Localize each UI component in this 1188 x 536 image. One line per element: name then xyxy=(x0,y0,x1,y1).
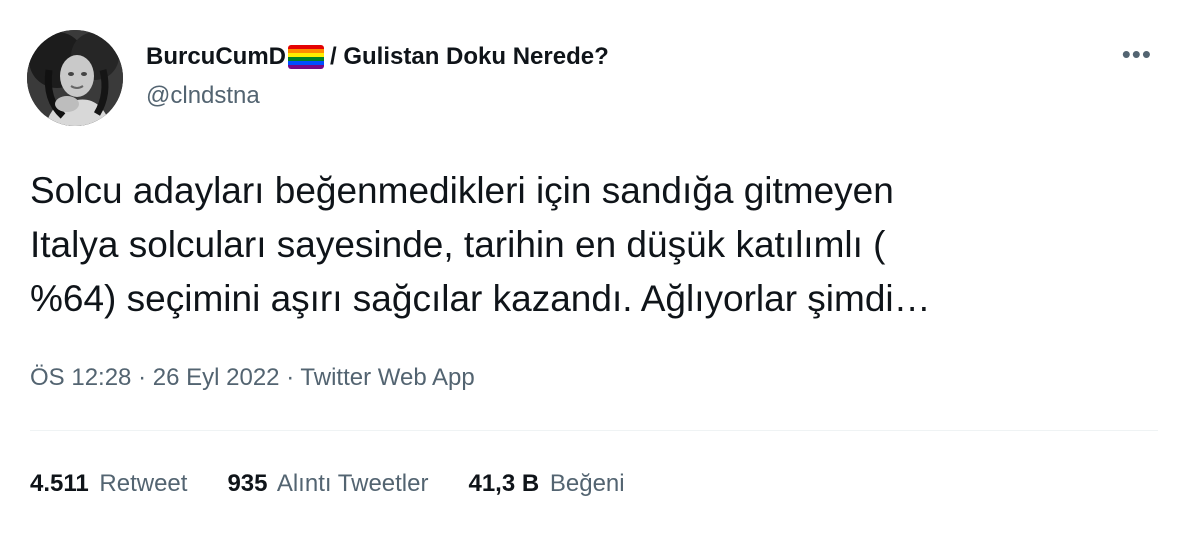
tweet-card: BurcuCumD / Gulistan Doku Nerede? @clnds… xyxy=(0,0,1188,536)
author-name-row[interactable]: BurcuCumD / Gulistan Doku Nerede? xyxy=(146,40,609,74)
divider xyxy=(30,430,1158,431)
flag-stripe xyxy=(288,65,325,69)
quotes-count: 935 xyxy=(227,470,268,497)
quotes-stat[interactable]: 935 Alıntı Tweetler xyxy=(227,470,428,498)
likes-count: 41,3 B xyxy=(468,470,540,497)
tweet-time[interactable]: ÖS 12:28 xyxy=(30,364,131,391)
tweet-stats: 4.511 Retweet 935 Alıntı Tweetler 41,3 B… xyxy=(30,470,665,498)
quotes-label: Alıntı Tweetler xyxy=(276,470,429,497)
author-display-name[interactable]: BurcuCumD xyxy=(146,43,286,71)
likes-label: Beğeni xyxy=(549,470,625,497)
avatar-photo-icon xyxy=(27,30,123,126)
tweet-text: Solcu adayları beğenmedikleri için sandı… xyxy=(30,170,931,319)
likes-stat[interactable]: 41,3 B Beğeni xyxy=(468,470,624,498)
rainbow-flag-icon xyxy=(288,45,325,69)
meta-separator: · xyxy=(286,364,295,391)
tweet-meta: ÖS 12:28 · 26 Eyl 2022 · Twitter Web App xyxy=(30,364,475,392)
tweet-source[interactable]: Twitter Web App xyxy=(300,364,474,391)
author-handle[interactable]: @clndstna xyxy=(146,82,260,110)
tweet-date[interactable]: 26 Eyl 2022 xyxy=(153,364,280,391)
author-name-suffix[interactable]: / Gulistan Doku Nerede? xyxy=(330,43,609,71)
more-options-icon[interactable]: ••• xyxy=(1122,40,1152,68)
avatar[interactable] xyxy=(27,30,123,126)
meta-separator: · xyxy=(138,364,147,391)
retweets-stat[interactable]: 4.511 Retweet xyxy=(30,470,187,498)
retweets-count: 4.511 xyxy=(30,470,89,497)
retweets-label: Retweet xyxy=(99,470,188,497)
